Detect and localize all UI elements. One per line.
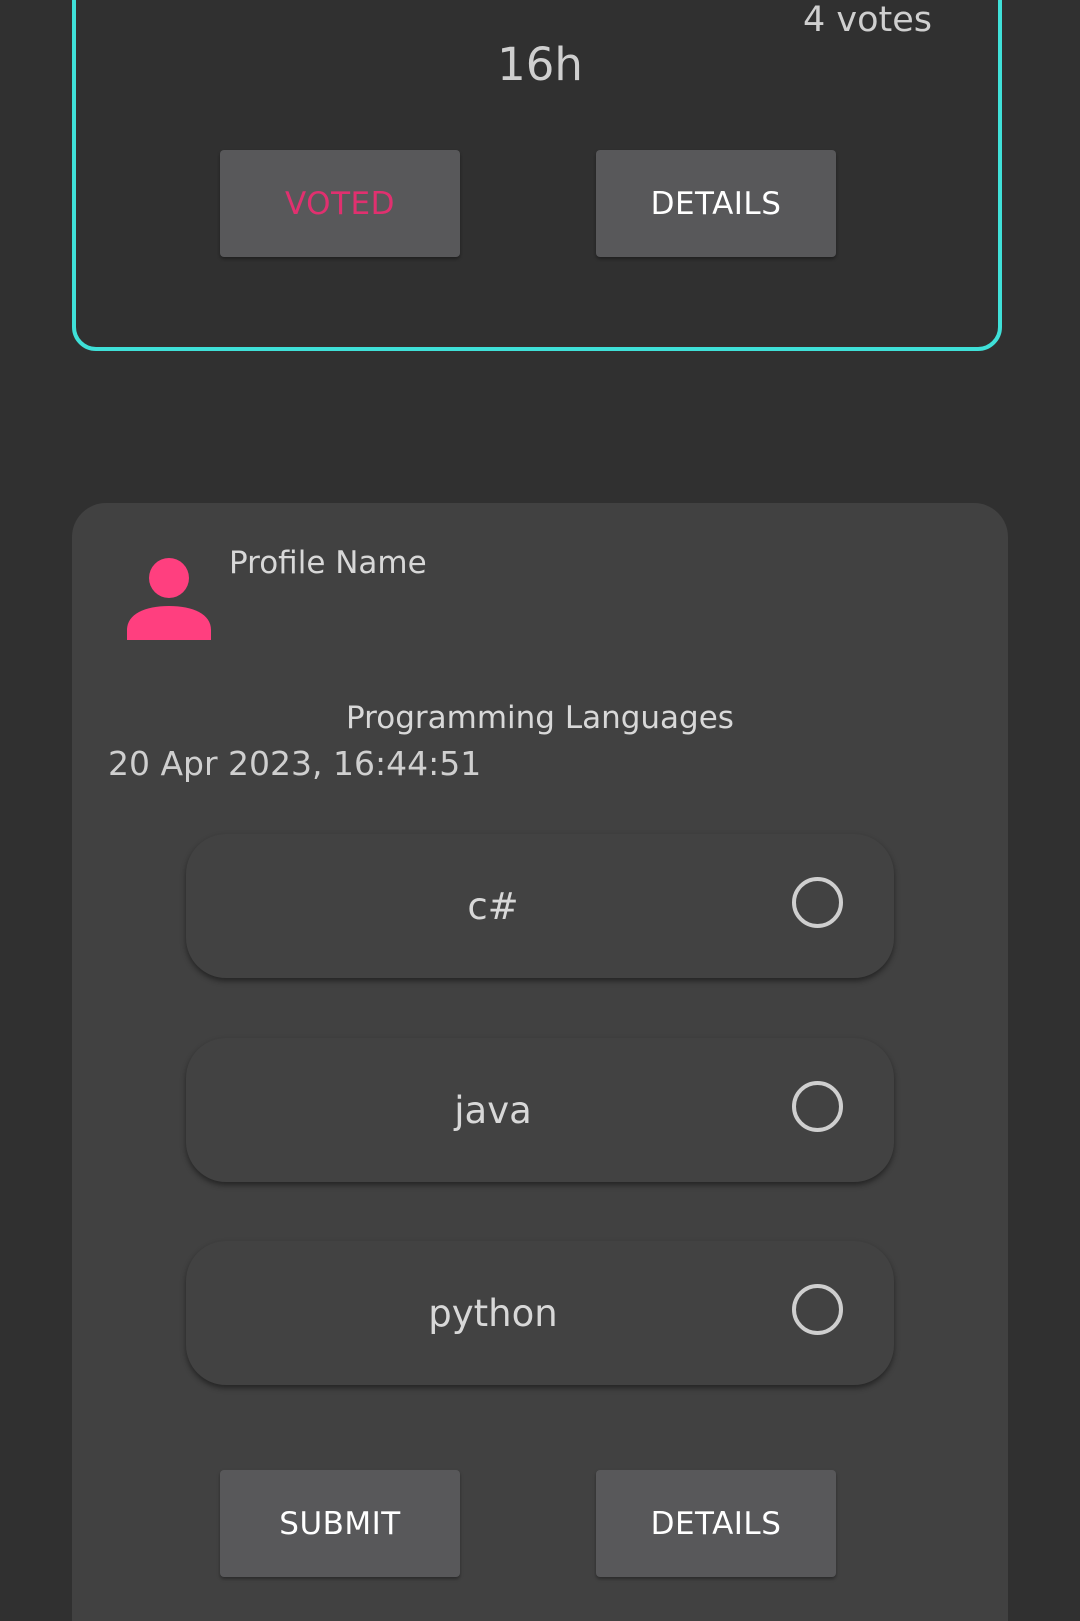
poll-option[interactable]: python <box>186 1241 894 1385</box>
radio-button[interactable] <box>792 877 843 928</box>
details-button[interactable]: DETAILS <box>596 150 836 257</box>
profile-name: Profile Name <box>229 545 427 581</box>
poll-feed: 4 votes 16h VOTED DETAILS Profile Name P… <box>0 0 1080 1621</box>
poll-date: 20 Apr 2023, 16:44:51 <box>108 744 482 783</box>
radio-button[interactable] <box>792 1284 843 1335</box>
person-icon <box>127 556 211 640</box>
poll-option[interactable]: c# <box>186 834 894 978</box>
details-button[interactable]: DETAILS <box>596 1470 836 1577</box>
poll-option-label: c# <box>467 884 519 928</box>
votes-count: 4 votes <box>803 0 933 40</box>
poll-title: Programming Languages <box>346 700 734 736</box>
radio-button[interactable] <box>792 1081 843 1132</box>
poll-option-label: java <box>454 1088 532 1132</box>
voted-button[interactable]: VOTED <box>220 150 460 257</box>
time-left: 16h <box>497 38 583 91</box>
poll-option[interactable]: java <box>186 1038 894 1182</box>
poll-option-label: python <box>428 1291 558 1335</box>
submit-button[interactable]: SUBMIT <box>220 1470 460 1577</box>
